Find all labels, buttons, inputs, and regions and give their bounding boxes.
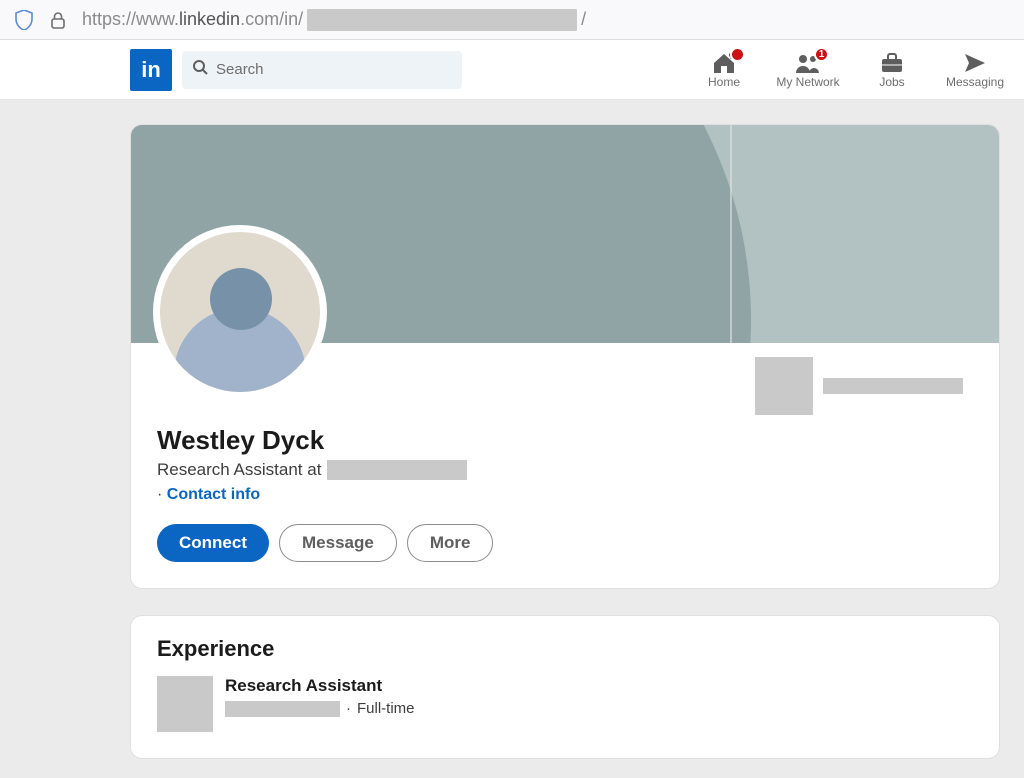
avatar-head-shape [210,268,272,330]
url-prefix: https://www. [82,9,179,30]
profile-body: Westley Dyck Research Assistant at · Con… [131,343,999,588]
headline-company-redacted [327,460,467,480]
experience-company-redacted [225,701,340,717]
contact-info-link[interactable]: Contact info [167,486,260,503]
notification-badge [730,47,745,62]
nav-items: Home 1 My Network Jobs Messaging [682,47,1024,93]
global-nav: in Search Home 1 My Network Jobs [0,40,1024,100]
nav-label: My Network [776,75,839,89]
nav-label: Home [708,75,740,89]
experience-title: Experience [157,636,973,662]
network-icon: 1 [795,51,821,75]
company-box [755,357,963,415]
experience-details: Research Assistant · Full-time [225,676,415,717]
connect-button[interactable]: Connect [157,524,269,562]
home-icon [711,51,737,75]
experience-type: Full-time [357,700,415,717]
nav-label: Messaging [946,75,1004,89]
search-input[interactable]: Search [182,51,462,89]
messaging-icon [962,51,988,75]
experience-item[interactable]: Research Assistant · Full-time [157,676,973,732]
nav-label: Jobs [879,75,904,89]
url-redacted [307,9,577,31]
message-button[interactable]: Message [279,524,397,562]
main-content: Westley Dyck Research Assistant at · Con… [0,100,1024,759]
headline-prefix: Research Assistant at [157,460,321,480]
url-mid: .com/in/ [240,9,303,30]
notification-badge: 1 [814,47,829,62]
experience-company-logo-redacted [157,676,213,732]
profile-name: Westley Dyck [157,425,973,456]
company-name-redacted [823,378,963,394]
profile-headline: Research Assistant at [157,460,973,480]
nav-home[interactable]: Home [682,47,766,93]
profile-card: Westley Dyck Research Assistant at · Con… [130,124,1000,589]
nav-messaging[interactable]: Messaging [934,47,1016,93]
profile-actions: Connect Message More [157,524,973,562]
browser-address-bar: https://www. linkedin .com/in/ / [0,0,1024,40]
search-placeholder: Search [216,61,264,78]
experience-subline: · Full-time [225,700,415,717]
experience-card: Experience Research Assistant · Full-tim… [130,615,1000,759]
more-button[interactable]: More [407,524,494,562]
experience-role: Research Assistant [225,676,415,696]
search-icon [192,59,208,80]
shield-icon [14,10,34,30]
linkedin-logo[interactable]: in [130,49,172,91]
nav-network[interactable]: 1 My Network [766,47,850,93]
banner-separator [730,125,732,343]
contact-prefix: · [157,486,167,503]
experience-type-sep: · [346,700,351,717]
nav-jobs[interactable]: Jobs [850,47,934,93]
logo-text: in [141,57,161,83]
lock-icon [48,10,68,30]
url-suffix: / [581,9,586,30]
contact-row: · Contact info [157,486,973,504]
jobs-icon [879,51,905,75]
url-text[interactable]: https://www. linkedin .com/in/ / [82,9,586,31]
url-host: linkedin [179,9,240,30]
company-logo-redacted [755,357,813,415]
